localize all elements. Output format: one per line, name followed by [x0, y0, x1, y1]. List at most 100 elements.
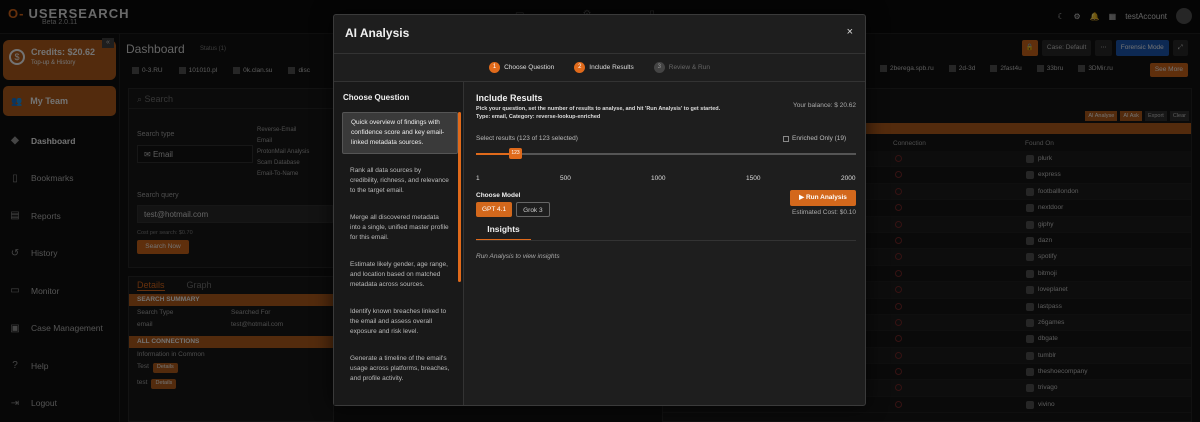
monitor-icon: ▭ [10, 285, 20, 297]
estimated-cost: Estimated Cost: $0.10 [792, 209, 856, 216]
question-item[interactable]: Identify known breaches linked to the em… [342, 302, 458, 342]
tab-details[interactable]: Details [137, 280, 165, 291]
option-email-to-name[interactable]: Email-To-Name [257, 169, 309, 180]
question-item[interactable]: Merge all discovered metadata into a sin… [342, 208, 458, 248]
search-options: Reverse-Email Email ProtonMail Analysis … [257, 125, 309, 180]
step-review-run[interactable]: 3 Review & Run [653, 60, 710, 74]
site-label: 0k.clan.su [243, 67, 273, 75]
model-gpt-button[interactable]: GPT 4.1 [476, 202, 513, 217]
question-item[interactable]: Estimate likely gender, age range, and l… [342, 255, 458, 295]
tab-insights[interactable]: Insights [476, 221, 531, 241]
more-button[interactable]: ⋯ [1095, 40, 1112, 56]
checkbox-icon [783, 135, 789, 142]
site-icon [1026, 335, 1034, 344]
option-protonmail[interactable]: ProtonMail Analysis [257, 147, 309, 158]
balance: Your balance: $ 20.62 [792, 102, 856, 109]
site-label: 2fast4u [1000, 65, 1022, 73]
status-dot-icon [895, 204, 902, 212]
site-icon [948, 65, 956, 72]
cell-searched-for: test@hotmail.com [231, 321, 284, 328]
status-badge[interactable]: Status (1) [200, 46, 226, 52]
option-reverse-email[interactable]: Reverse-Email [257, 125, 309, 136]
my-team-button[interactable]: 👥 My Team [3, 86, 116, 116]
tab-graph[interactable]: Graph [187, 280, 212, 291]
sidebar-item-bookmarks[interactable]: ▯ Bookmarks [0, 160, 119, 198]
sidebar-item-label: Help [31, 360, 49, 371]
credits-card[interactable]: $ Credits: $20.62 Top-up & History « [3, 38, 116, 80]
details-button[interactable]: Details [151, 379, 177, 389]
search-query-field[interactable]: test@hotmail.com [137, 205, 333, 223]
results-slider[interactable]: 123 [476, 148, 856, 159]
site-chip[interactable]: 2fast4u [990, 65, 1022, 73]
modal-title: AI Analysis [345, 26, 410, 40]
ai-analysis-modal: AI Analysis × 1 Choose Question 2 Include … [333, 14, 866, 406]
avatar[interactable] [1176, 8, 1192, 24]
question-item[interactable]: Generate a timeline of the email's usage… [342, 349, 458, 389]
col-connection[interactable]: Connection [893, 140, 926, 147]
bell-icon[interactable]: 🔔 [1090, 12, 1100, 21]
option-scam-database[interactable]: Scam Database [257, 158, 309, 169]
ai-ask-button[interactable]: AI Ask [1120, 111, 1142, 121]
grid-icon[interactable]: ▦ [1109, 12, 1117, 21]
enriched-only-checkbox[interactable]: Enriched Only (19) [783, 135, 846, 142]
sidebar-item-history[interactable]: ↺ History [0, 235, 119, 273]
col-search-type: Search Type [137, 309, 174, 316]
details-button[interactable]: Details [152, 363, 178, 373]
search-now-button[interactable]: Search Now [137, 240, 189, 254]
site-icon [1026, 286, 1034, 295]
slider-handle[interactable]: 123 [509, 148, 522, 159]
question-item[interactable]: Quick overview of findings with confiden… [342, 112, 458, 154]
search-type-select[interactable]: ✉ Email [137, 145, 253, 163]
site-chip[interactable]: disc [288, 67, 310, 75]
export-button[interactable]: Export [1144, 111, 1167, 121]
found-on-label: z6games [1038, 318, 1065, 326]
step-include-results[interactable]: 2 Include Results [574, 60, 634, 74]
stepper: 1 Choose Question 2 Include Results 3 Revie… [334, 60, 865, 74]
divider [334, 53, 865, 54]
site-icon [1026, 400, 1034, 409]
clear-button[interactable]: Clear [1169, 111, 1189, 121]
site-chip[interactable]: 3DMir.ru [1078, 65, 1113, 72]
run-analysis-button[interactable]: ▶ Run Analysis [790, 190, 856, 206]
site-chip[interactable]: 2d-3d [948, 65, 975, 72]
question-item[interactable]: Rank all data sources by credibility, ri… [342, 161, 458, 201]
close-icon[interactable]: × [847, 26, 853, 38]
site-chip[interactable]: 0k.clan.su [233, 67, 273, 75]
site-chip[interactable]: 2berega.spb.ru [880, 65, 934, 72]
forensic-mode-button[interactable]: Forensic Mode [1115, 40, 1169, 56]
tick-label: 1500 [746, 175, 761, 182]
collapse-sidebar-button[interactable]: « [102, 38, 114, 48]
site-chip[interactable]: 0-3.RU [132, 67, 163, 75]
gear-icon[interactable]: ⚙ [1073, 12, 1080, 21]
status-dot-icon [895, 171, 902, 179]
search-input[interactable]: ⌕ Search [129, 89, 333, 109]
site-chip[interactable]: 33bru [1036, 65, 1063, 72]
sidebar-item-monitor[interactable]: ▭ Monitor [0, 272, 119, 310]
col-found-on[interactable]: Found On [1025, 140, 1054, 147]
sidebar-item-logout[interactable]: ⇥ Logout [0, 385, 119, 422]
found-on-label: spotify [1038, 253, 1057, 261]
step-label: Review & Run [668, 63, 710, 71]
ai-analyse-button[interactable]: AI Analyse [1085, 111, 1118, 121]
model-grok-button[interactable]: Grok 3 [516, 202, 550, 217]
question-scrollbar[interactable] [458, 112, 461, 282]
include-results-title: Include Results [476, 93, 543, 103]
found-on-label: theshoecompany [1038, 368, 1088, 376]
sidebar-item-reports[interactable]: ▤ Reports [0, 197, 119, 235]
expand-button[interactable]: ⤢ [1172, 40, 1188, 56]
type-category-text: Type: email, Category: reverse-lookup-en… [476, 114, 601, 120]
option-email[interactable]: Email [257, 136, 309, 147]
sidebar-item-help[interactable]: ? Help [0, 347, 119, 385]
site-icon [1026, 236, 1034, 245]
sidebar-item-dashboard[interactable]: ◆ Dashboard [0, 122, 119, 160]
page-title: Dashboard [126, 42, 185, 56]
sidebar: $ Credits: $20.62 Top-up & History « 👥 M… [0, 34, 120, 422]
see-more-button[interactable]: See More [1149, 63, 1188, 77]
lock-button[interactable]: 🔒 [1021, 40, 1038, 56]
site-chip[interactable]: 101010.pl [178, 67, 217, 75]
case-button[interactable]: Case: Default [1041, 40, 1092, 56]
step-choose-question[interactable]: 1 Choose Question [489, 60, 554, 74]
theme-toggle-icon[interactable]: ☾ [1057, 12, 1064, 21]
sidebar-item-case-management[interactable]: ▣ Case Management [0, 310, 119, 348]
account-name[interactable]: testAccount [1125, 12, 1167, 21]
